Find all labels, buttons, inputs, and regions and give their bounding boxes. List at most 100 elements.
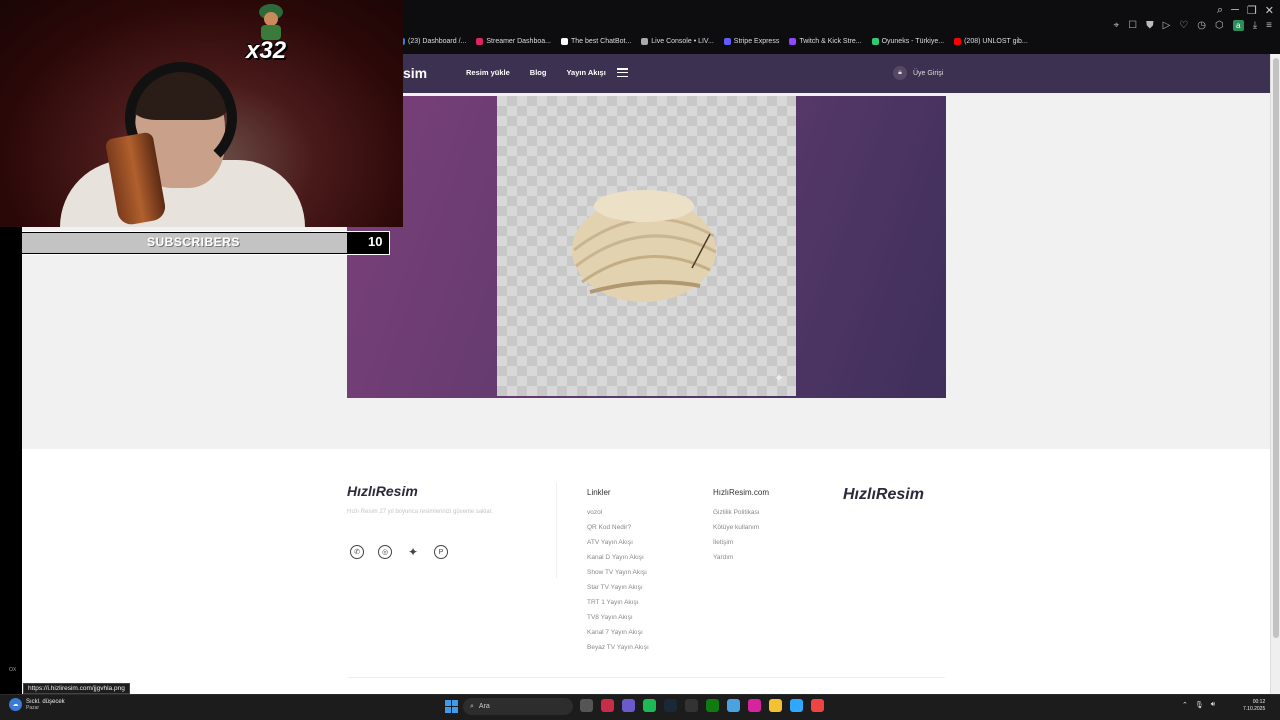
weather-widget[interactable]: ☁ Sıckl. düşecek Pazar	[9, 698, 65, 711]
social-links: ✆ ◎ ✦ P	[350, 545, 448, 559]
footer-tagline: Hızlı Resim 27 yıl boyunca resimlerinizi…	[347, 509, 494, 515]
bookmark-item[interactable]: Oyuneks - Türkiye...	[871, 38, 945, 45]
bookmark-icon[interactable]: ☐	[1128, 20, 1137, 31]
bookmark-favicon-icon	[954, 38, 962, 45]
nav-links: Resim yükle Blog Yayın Akışı	[466, 68, 606, 77]
footer-link[interactable]: Kanal D Yayın Akışı	[587, 554, 649, 569]
subscriber-label: SUBSCRIBERS	[147, 235, 240, 249]
bookmark-label: Stripe Express	[733, 38, 780, 45]
footer-company-link[interactable]: İletişim	[713, 539, 760, 554]
photoshop-icon[interactable]	[790, 699, 803, 712]
task-view-icon[interactable]	[580, 699, 593, 712]
system-tray: ⌃ 🎙︎ 🔊︎	[1182, 701, 1215, 709]
footer-link[interactable]: TV8 Yayın Akışı	[587, 614, 649, 629]
volume-icon[interactable]: 🔊︎	[1211, 701, 1215, 709]
heart-icon[interactable]: ♡	[1179, 20, 1188, 31]
restore-icon[interactable]: ❐	[1247, 4, 1257, 17]
discord-icon[interactable]	[622, 699, 635, 712]
close-icon[interactable]: ✕	[1265, 4, 1274, 17]
play-icon[interactable]: ▷	[1163, 20, 1171, 31]
clock[interactable]: 00:12 7.10.2025	[1243, 699, 1265, 713]
footer-link[interactable]: Show TV Yayın Akışı	[587, 569, 649, 584]
spotify-icon[interactable]	[643, 699, 656, 712]
scrollbar-thumb[interactable]	[1273, 58, 1279, 638]
bookmark-item[interactable]: Live Console • LIV...	[641, 38, 714, 45]
twitter-icon[interactable]: ✦	[406, 545, 420, 559]
minimize-icon[interactable]: ─	[1231, 4, 1239, 17]
bookmark-favicon-icon	[476, 38, 484, 45]
bookmark-item[interactable]: Streamer Dashboa...	[476, 38, 551, 45]
bookmark-item[interactable]: Twitch & Kick Stre...	[789, 38, 862, 45]
window-controls: ⌕ ─ ❐ ✕	[1217, 4, 1274, 17]
page-scrollbar[interactable]	[1270, 54, 1280, 694]
extensions-icon[interactable]: ⬡	[1215, 20, 1224, 31]
clock-time: 00:12	[1252, 699, 1266, 705]
bookmark-item[interactable]: (23) Dashboard /...	[398, 38, 466, 45]
bookmark-label: Oyuneks - Türkiye...	[881, 38, 945, 45]
bookmark-favicon-icon	[789, 38, 797, 45]
links-title: Linkler	[587, 488, 611, 497]
bookmark-item[interactable]: (208) UNLOST gib...	[954, 38, 1028, 45]
chevron-up-icon[interactable]: ⌃	[1182, 701, 1188, 709]
bookmark-favicon-icon	[641, 38, 649, 45]
link-status-url: https://i.hizliresim.com/jjgvhla.png	[23, 683, 130, 694]
whatsapp-icon[interactable]: ✆	[350, 545, 364, 559]
footer-company-link[interactable]: Yardım	[713, 554, 760, 569]
bookmark-item[interactable]: The best ChatBot...	[560, 38, 631, 45]
taskbar-search[interactable]: ⌕ Ara	[463, 698, 573, 715]
footer-divider	[556, 483, 557, 578]
footer-logo-large[interactable]: HızlıResim	[843, 486, 924, 504]
epic-icon[interactable]	[685, 699, 698, 712]
footer-link[interactable]: ATV Yayın Akışı	[587, 539, 649, 554]
footer-company-link[interactable]: Kötüye kullanım	[713, 524, 760, 539]
chrome-icon[interactable]	[811, 699, 824, 712]
steam-icon[interactable]	[664, 699, 677, 712]
footer-link[interactable]: Beyaz TV Yayın Akışı	[587, 644, 649, 659]
multiplier-text: x32	[246, 37, 287, 64]
bookmark-item[interactable]: Stripe Express	[723, 38, 780, 45]
screen: ⌕ ─ ❐ ✕ ⌖ ☐ ⛊ ▷ ♡ ◷ ⬡ a ⤓ ≡ (23) Dashboa…	[0, 0, 1280, 720]
bookmark-favicon-icon	[723, 38, 731, 45]
nav-upload[interactable]: Resim yükle	[466, 68, 510, 77]
nav-blog[interactable]: Blog	[530, 68, 547, 77]
turban-image	[572, 190, 717, 302]
subscriber-goal: 10	[368, 234, 383, 249]
opera-icon[interactable]	[601, 699, 614, 712]
instagram-app-icon[interactable]	[748, 699, 761, 712]
menu-icon[interactable]: ≡	[1266, 20, 1272, 31]
app-icon[interactable]	[727, 699, 740, 712]
clock-icon[interactable]: ◷	[1197, 20, 1206, 31]
weather-icon: ☁	[9, 698, 22, 711]
instagram-icon[interactable]: ◎	[378, 545, 392, 559]
profile-icon[interactable]: a	[1232, 20, 1244, 31]
bookmark-favicon-icon	[560, 38, 568, 45]
site-logo[interactable]: sim	[403, 65, 427, 81]
search-icon[interactable]: ⌕	[1217, 4, 1223, 17]
footer-link[interactable]: vozol	[587, 509, 649, 524]
bookmark-label: Twitch & Kick Stre...	[799, 38, 862, 45]
extension-toolbar: ⌖ ☐ ⛊ ▷ ♡ ◷ ⬡ a ⤓ ≡	[1113, 20, 1272, 31]
search-icon: ⌕	[470, 702, 474, 710]
bookmarks-bar: (23) Dashboard /... Streamer Dashboa... Th…	[398, 38, 1028, 45]
bookmark-label: (208) UNLOST gib...	[964, 38, 1028, 45]
footer-company-link[interactable]: Gizlilik Politikası	[713, 509, 760, 524]
footer-link[interactable]: QR Kod Nedir?	[587, 524, 649, 539]
download-icon[interactable]: ⤓	[1253, 20, 1257, 31]
nav-schedule[interactable]: Yayın Akışı	[566, 68, 605, 77]
footer-logo[interactable]: HızlıResim	[347, 483, 418, 499]
xbox-icon[interactable]	[706, 699, 719, 712]
weather-line2: Pazar	[26, 704, 40, 711]
pinterest-icon[interactable]: P	[434, 545, 448, 559]
footer-link[interactable]: Kanal 7 Yayın Akışı	[587, 629, 649, 644]
login-button[interactable]: 🔒︎ Üye Girişi	[893, 65, 953, 81]
taskbar-apps	[580, 699, 824, 712]
shield-icon[interactable]: ⛊	[1146, 20, 1154, 31]
footer-link[interactable]: TRT 1 Yayın Akışı	[587, 599, 649, 614]
hamburger-icon[interactable]	[617, 68, 628, 77]
folder-icon[interactable]	[769, 699, 782, 712]
pin-icon[interactable]: ⌖	[1113, 20, 1119, 31]
start-icon[interactable]	[445, 700, 458, 713]
company-links-list: Gizlilik Politikası Kötüye kullanım İletiş…	[713, 509, 760, 569]
mic-icon[interactable]: 🎙︎	[1195, 701, 1204, 709]
footer-link[interactable]: Star TV Yayın Akışı	[587, 584, 649, 599]
